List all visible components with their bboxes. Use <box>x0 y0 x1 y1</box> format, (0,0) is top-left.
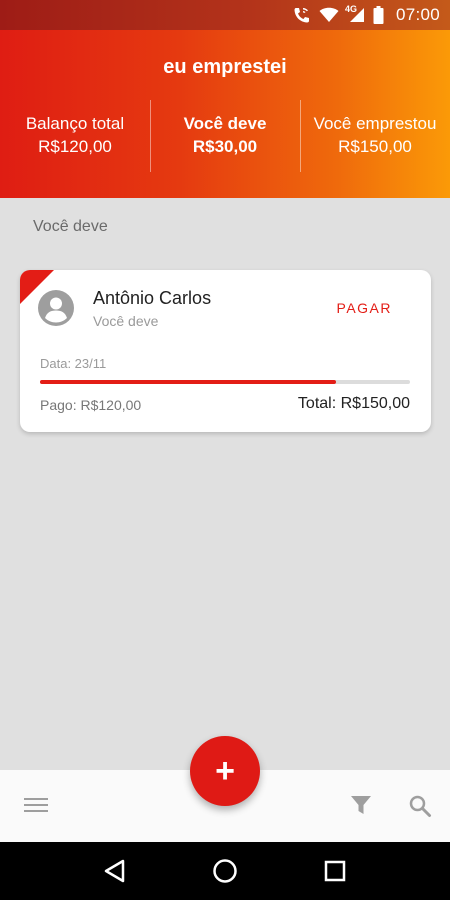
status-bar: 4G 07:00 <box>0 0 450 30</box>
signal-icon: 4G <box>344 4 365 23</box>
battery-icon <box>373 6 384 24</box>
pay-button[interactable]: PAGAR <box>337 300 392 316</box>
stat-you-lent[interactable]: Você emprestou R$150,00 <box>300 100 450 172</box>
contact-name: Antônio Carlos <box>93 288 212 308</box>
home-icon[interactable] <box>210 856 240 886</box>
stat-you-owe[interactable]: Você deve R$30,00 <box>150 100 300 172</box>
stat-divider <box>150 100 151 172</box>
card-date: Data: 23/11 <box>40 356 107 371</box>
back-icon[interactable] <box>100 856 130 886</box>
stat-label: Você emprestou <box>313 114 437 133</box>
add-loan-fab[interactable]: + <box>190 736 260 806</box>
stat-label: Balanço total <box>25 114 125 133</box>
summary-header: eu emprestei Balanço total R$120,00 Você… <box>0 30 450 198</box>
payment-progress-bar <box>40 380 410 384</box>
card-subtitle: Você deve <box>93 313 159 329</box>
filter-icon[interactable] <box>350 794 372 816</box>
wifi-icon <box>319 7 339 23</box>
menu-icon[interactable] <box>24 796 48 814</box>
stat-value: R$120,00 <box>38 137 112 156</box>
total-amount: Total: R$150,00 <box>297 395 410 412</box>
call-wifi-icon <box>293 7 311 23</box>
stat-value: R$30,00 <box>192 137 258 156</box>
plus-icon: + <box>215 751 235 790</box>
stat-value: R$150,00 <box>338 137 412 156</box>
balance-stats: Balanço total R$120,00 Você deve R$30,00… <box>0 100 450 172</box>
stat-label: Você deve <box>183 114 267 133</box>
stat-divider <box>300 100 301 172</box>
debt-card[interactable]: Antônio Carlos Você deve PAGAR Data: 23/… <box>20 270 431 432</box>
stat-total-balance[interactable]: Balanço total R$120,00 <box>0 100 150 172</box>
recents-icon[interactable] <box>320 856 350 886</box>
system-nav-bar <box>0 842 450 900</box>
avatar-icon <box>38 290 74 326</box>
search-icon[interactable] <box>408 794 432 818</box>
paid-amount: Pago: R$120,00 <box>40 397 142 413</box>
payment-progress-fill <box>40 380 336 384</box>
app-title: eu emprestei <box>163 56 287 78</box>
section-title: Você deve <box>33 218 108 235</box>
status-time: 07:00 <box>395 5 440 24</box>
network-type: 4G <box>344 4 357 14</box>
